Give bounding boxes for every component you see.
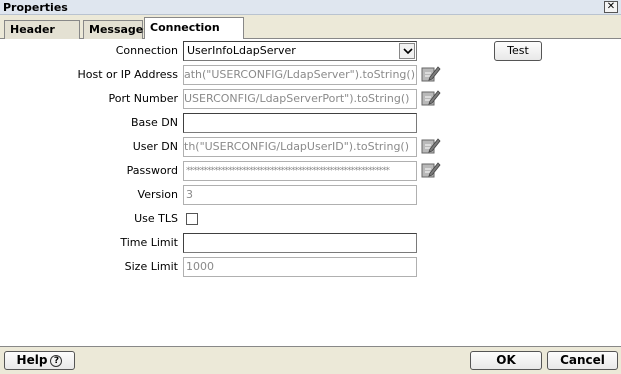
tab-header-info[interactable]: Header Info	[4, 20, 80, 53]
tab-connection-info[interactable]: Connection Info	[144, 17, 244, 54]
user-dn-label: User DN	[132, 140, 178, 153]
port-field[interactable]: USERCONFIG/LdapServerPort").toString()	[183, 89, 417, 109]
port-value: USERCONFIG/LdapServerPort").toString()	[184, 92, 410, 105]
edit-expression-icon[interactable]	[421, 161, 441, 179]
size-limit-label: Size Limit	[124, 260, 178, 273]
time-limit-field[interactable]	[183, 233, 417, 253]
title-bar: Properties ✕	[0, 0, 621, 15]
base-dn-label: Base DN	[131, 116, 178, 129]
test-button[interactable]: Test	[494, 41, 542, 61]
tab-messages[interactable]: Messages	[83, 20, 150, 39]
connection-info-panel: Connection UserInfoLdapServer Test Host …	[0, 39, 621, 346]
help-button[interactable]: Help?	[4, 351, 75, 370]
host-value: ath("USERCONFIG/LdapServer").toString()	[183, 68, 415, 81]
size-limit-field[interactable]: 1000	[183, 257, 417, 277]
user-dn-field[interactable]: th("USERCONFIG/LdapUserID").toString()	[183, 137, 417, 157]
time-limit-label: Time Limit	[120, 236, 178, 249]
password-label: Password	[126, 164, 178, 177]
use-tls-label: Use TLS	[134, 212, 178, 225]
ok-button[interactable]: OK	[470, 351, 542, 370]
edit-expression-icon[interactable]	[421, 137, 441, 155]
use-tls-checkbox[interactable]	[186, 213, 198, 225]
host-label: Host or IP Address	[77, 68, 178, 81]
port-label: Port Number	[108, 92, 179, 105]
connection-value: UserInfoLdapServer	[187, 44, 296, 57]
window-title: Properties	[3, 1, 68, 14]
edit-expression-icon[interactable]	[421, 89, 441, 107]
host-field[interactable]: ath("USERCONFIG/LdapServer").toString()	[183, 65, 417, 85]
chevron-down-icon[interactable]	[399, 43, 415, 59]
close-icon[interactable]: ✕	[604, 1, 618, 13]
cancel-button[interactable]: Cancel	[547, 351, 618, 370]
password-field[interactable]: ****************************************…	[183, 161, 417, 181]
connection-select[interactable]: UserInfoLdapServer	[183, 41, 417, 61]
tab-bar: Header Info Messages Connection Info	[0, 15, 621, 54]
help-label: Help	[16, 353, 48, 367]
dialog-footer: Help? OK Cancel	[0, 346, 621, 374]
edit-expression-icon[interactable]	[421, 65, 441, 83]
user-dn-value: th("USERCONFIG/LdapUserID").toString()	[184, 140, 410, 153]
question-icon: ?	[50, 355, 63, 367]
connection-label: Connection	[115, 44, 178, 57]
base-dn-field[interactable]	[183, 113, 417, 133]
version-label: Version	[137, 188, 178, 201]
version-field[interactable]: 3	[183, 185, 417, 205]
